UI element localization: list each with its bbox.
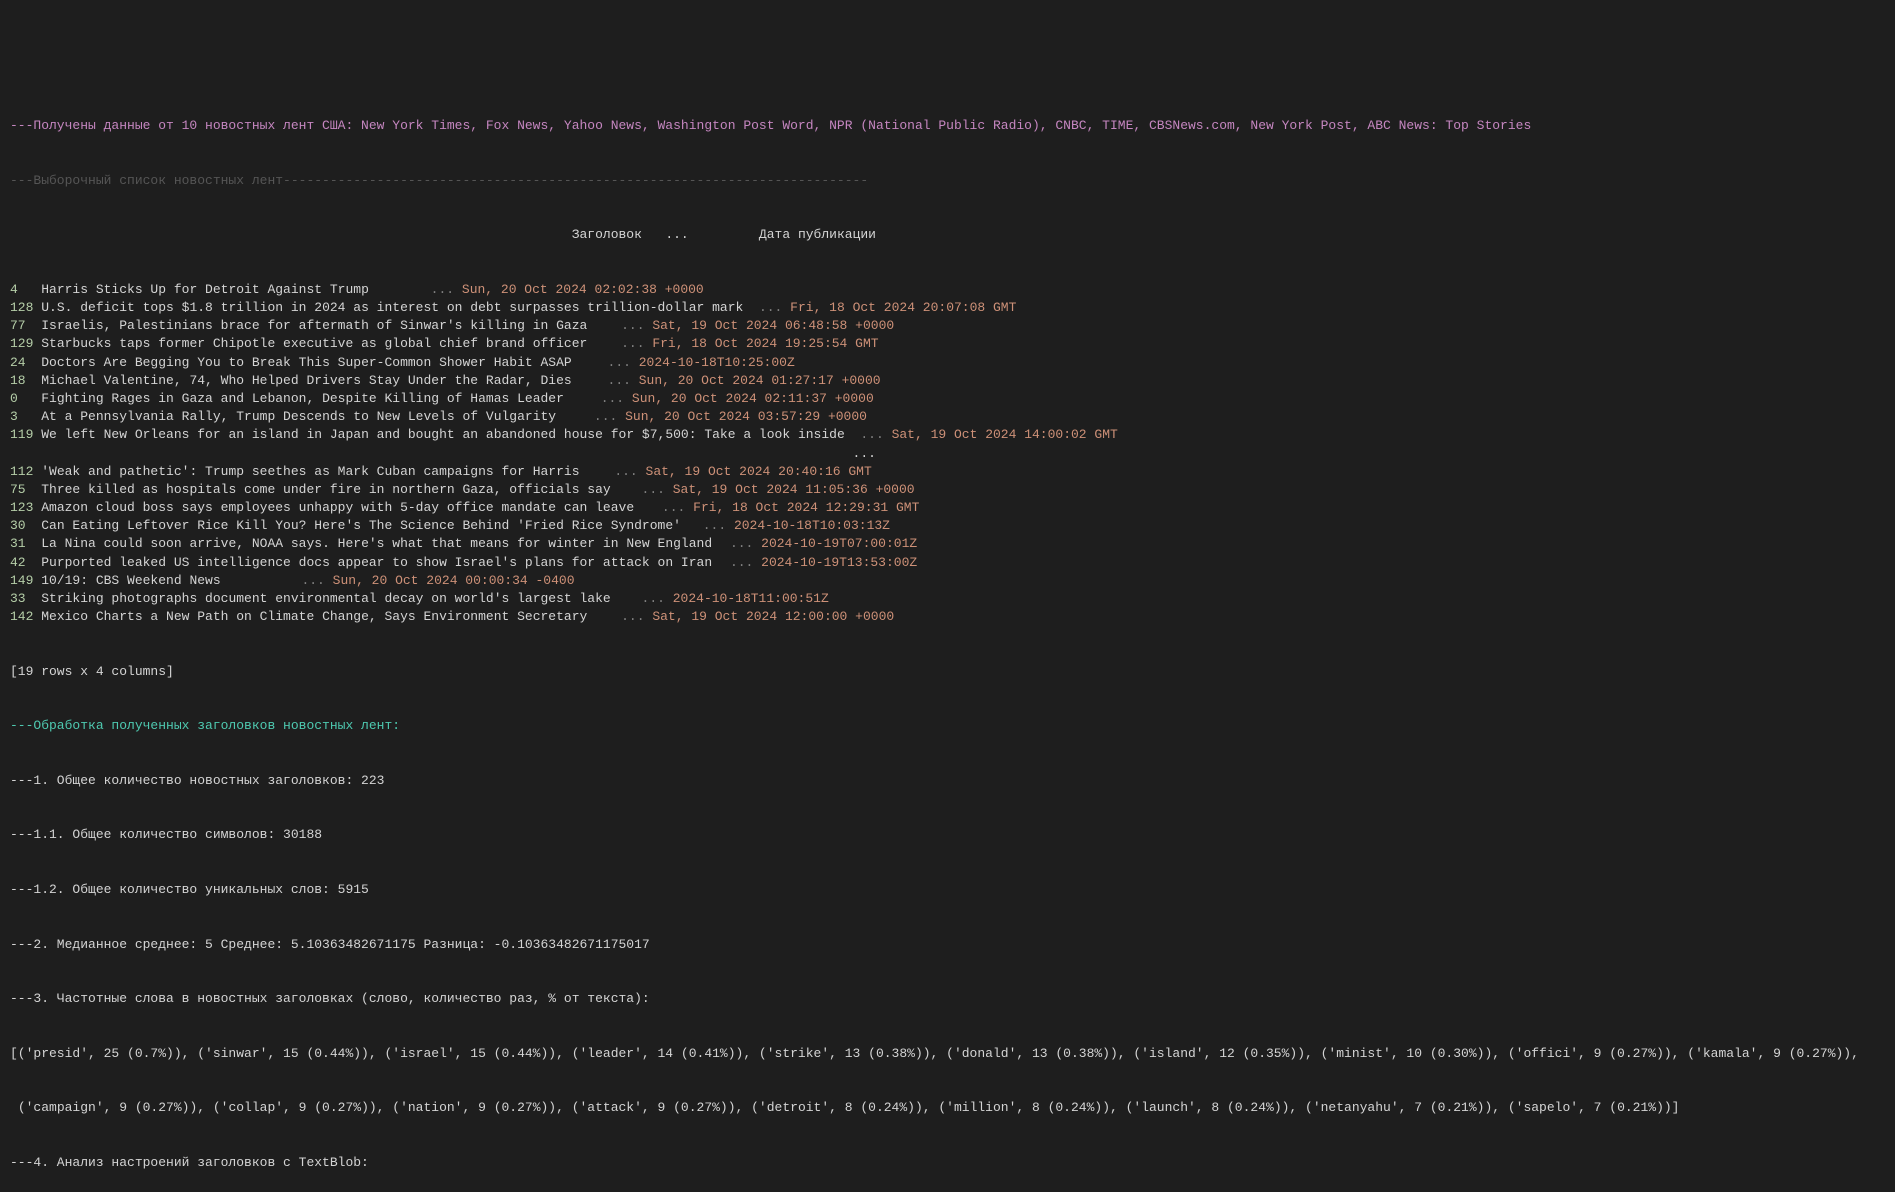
separator2: ---Обработка полученных заголовков новос… xyxy=(10,717,1885,735)
table-row: 112 'Weak and pathetic': Trump seethes a… xyxy=(10,463,1885,481)
stat3-values: [('presid', 25 (0.7%)), ('sinwar', 15 (0… xyxy=(10,1045,1885,1063)
stat3-values2: ('campaign', 9 (0.27%)), ('collap', 9 (0… xyxy=(10,1099,1885,1117)
table-row: 0 Fighting Rages in Gaza and Lebanon, De… xyxy=(10,390,1885,408)
stat3-label: ---3. Частотные слова в новостных заголо… xyxy=(10,990,1885,1008)
table-row: 119 We left New Orleans for an island in… xyxy=(10,426,1885,444)
stat2: ---2. Медианное среднее: 5 Среднее: 5.10… xyxy=(10,936,1885,954)
table-row: 123 Amazon cloud boss says employees unh… xyxy=(10,499,1885,517)
table-row: ... xyxy=(10,445,1885,463)
table-row: 149 10/19: CBS Weekend News ... Sun, 20 … xyxy=(10,572,1885,590)
table-row: 24 Doctors Are Begging You to Break This… xyxy=(10,354,1885,372)
table-rows: 4 Harris Sticks Up for Detroit Against T… xyxy=(10,281,1885,627)
table-row: 33 Striking photographs document environ… xyxy=(10,590,1885,608)
table-row: 75 Three killed as hospitals come under … xyxy=(10,481,1885,499)
stat1-1: ---1.1. Общее количество символов: 30188 xyxy=(10,826,1885,844)
table-row: 77 Israelis, Palestinians brace for afte… xyxy=(10,317,1885,335)
intro-line: ---Получены данные от 10 новостных лент … xyxy=(10,117,1885,135)
table-row: 30 Can Eating Leftover Rice Kill You? He… xyxy=(10,517,1885,535)
table-row: 129 Starbucks taps former Chipotle execu… xyxy=(10,335,1885,353)
table-row: 128 U.S. deficit tops $1.8 trillion in 2… xyxy=(10,299,1885,317)
table-header: Заголовок ... Дата публикации xyxy=(10,226,1885,244)
stat1-2: ---1.2. Общее количество уникальных слов… xyxy=(10,881,1885,899)
table-row: 3 At a Pennsylvania Rally, Trump Descend… xyxy=(10,408,1885,426)
table-row: 18 Michael Valentine, 74, Who Helped Dri… xyxy=(10,372,1885,390)
terminal-container: ---Получены данные от 10 новостных лент … xyxy=(10,81,1885,1192)
table-row: 31 La Nina could soon arrive, NOAA says.… xyxy=(10,535,1885,553)
separator1: ---Выборочный список новостных лент-----… xyxy=(10,172,1885,190)
table-row: 4 Harris Sticks Up for Detroit Against T… xyxy=(10,281,1885,299)
table-row: 42 Purported leaked US intelligence docs… xyxy=(10,554,1885,572)
table-row: 142 Mexico Charts a New Path on Climate … xyxy=(10,608,1885,626)
stat1: ---1. Общее количество новостных заголов… xyxy=(10,772,1885,790)
stat4-label: ---4. Анализ настроений заголовков с Tex… xyxy=(10,1154,1885,1172)
dimensions-line: [19 rows x 4 columns] xyxy=(10,663,1885,681)
